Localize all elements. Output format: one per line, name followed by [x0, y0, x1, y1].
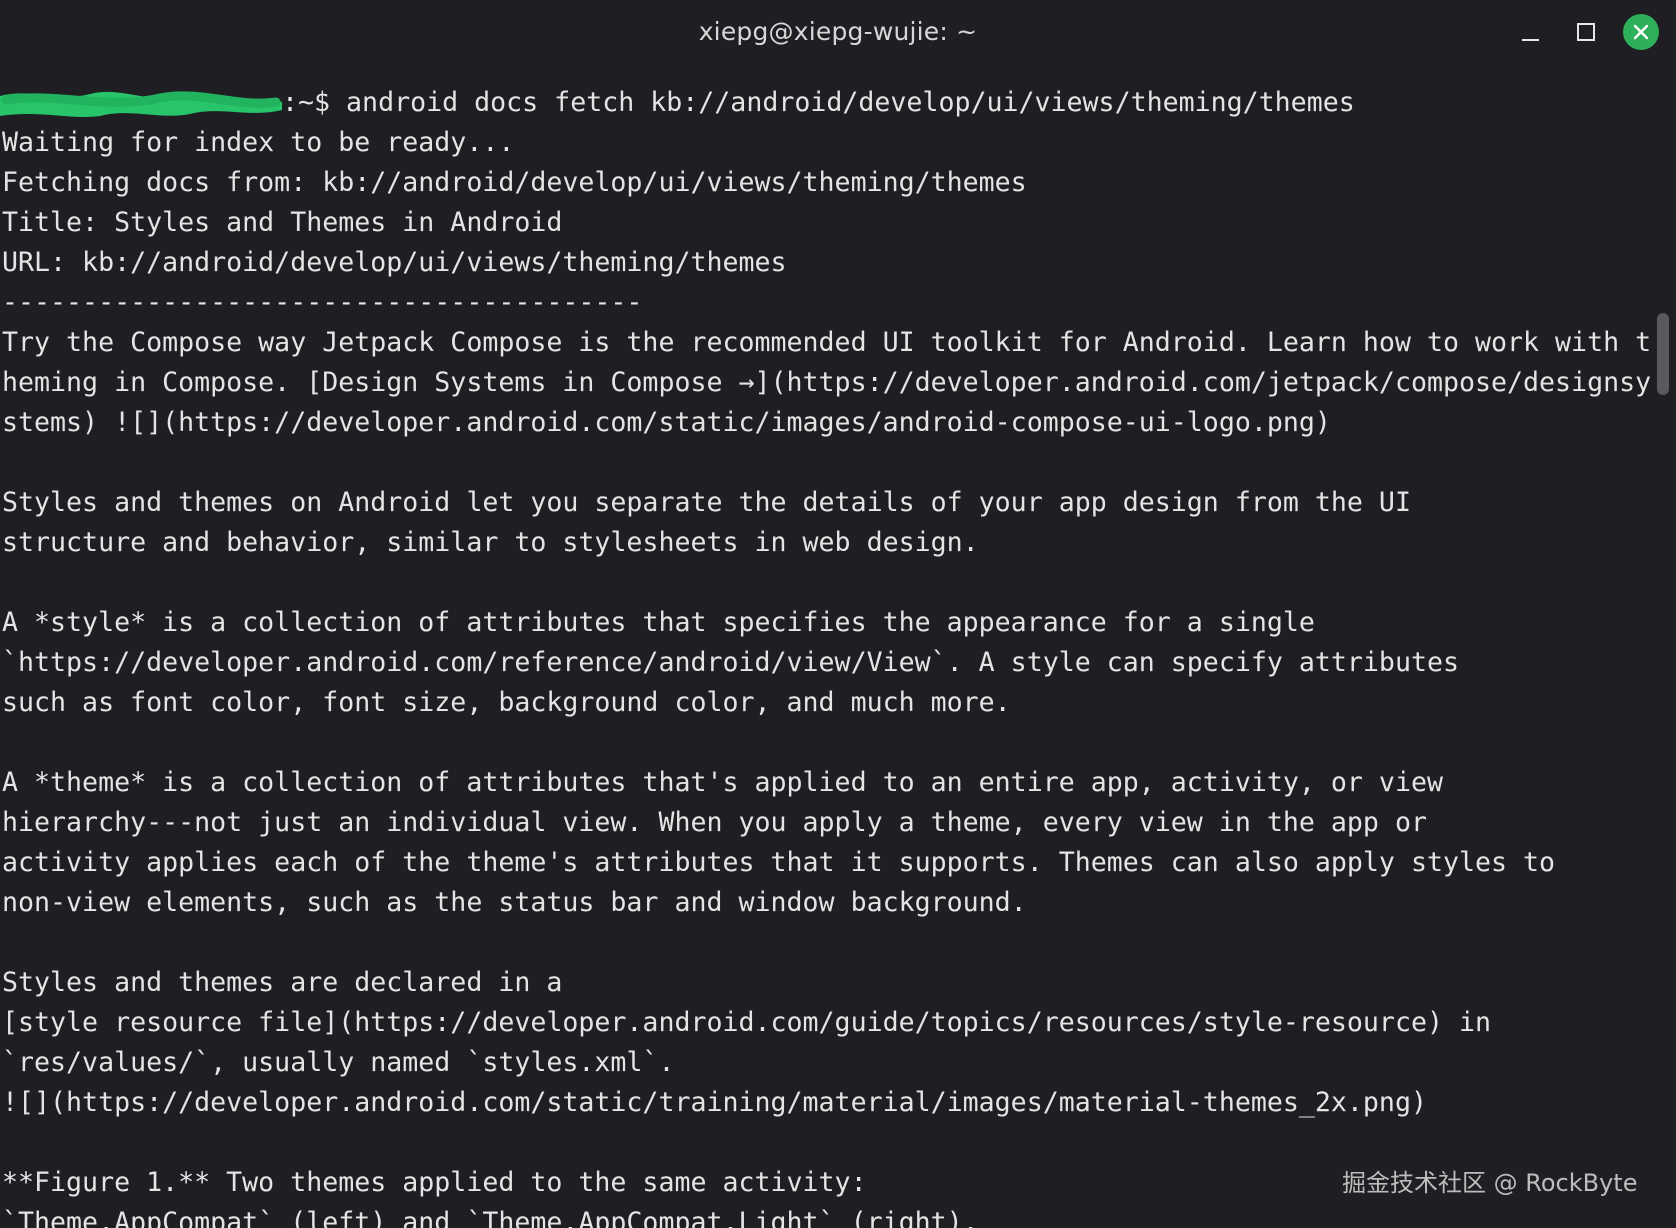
command-line: :~$ android docs fetch kb://android/deve… [282, 83, 1355, 123]
output-line: stems) ![](https://developer.android.com… [2, 407, 1331, 438]
output-line: [style resource file](https://developer.… [2, 1007, 1492, 1038]
output-line: heming in Compose. [Design Systems in Co… [2, 367, 1652, 398]
minimize-icon [1521, 39, 1539, 41]
prompt: :~$ [282, 87, 347, 118]
output-line: A *style* is a collection of attributes … [2, 607, 1315, 638]
output-line: Try the Compose way Jetpack Compose is t… [2, 327, 1652, 358]
maximize-icon [1577, 23, 1595, 41]
output-line: Title: Styles and Themes in Android [2, 207, 563, 238]
maximize-button[interactable] [1568, 14, 1604, 50]
output-line: A *theme* is a collection of attributes … [2, 767, 1443, 798]
output-line: Fetching docs from: kb://android/develop… [2, 167, 1027, 198]
output-line: hierarchy---not just an individual view.… [2, 807, 1427, 838]
watermark: 掘金技术社区 @ RockByte [1342, 1169, 1638, 1197]
output-line: Waiting for index to be ready... [2, 127, 515, 158]
scrollbar-thumb[interactable] [1657, 313, 1669, 395]
output-line: `res/values/`, usually named `styles.xml… [2, 1047, 675, 1078]
output-line: non-view elements, such as the status ba… [2, 887, 1027, 918]
output-line: Styles and themes are declared in a [2, 967, 563, 998]
terminal-window: xiepg@xiepg-wujie: ~ :~$ android docs fe… [0, 0, 1676, 1228]
command-text: android docs fetch kb://android/develop/… [346, 87, 1355, 118]
output-line: activity applies each of the theme's att… [2, 847, 1556, 878]
output-line: **Figure 1.** Two themes applied to the … [2, 1167, 867, 1198]
window-title: xiepg@xiepg-wujie: ~ [698, 17, 978, 46]
title-bar[interactable]: xiepg@xiepg-wujie: ~ [0, 0, 1676, 68]
minimize-button[interactable] [1512, 14, 1548, 50]
output-line: URL: kb://android/develop/ui/views/themi… [2, 247, 787, 278]
output-line: `https://developer.android.com/reference… [2, 647, 1459, 678]
output-line: structure and behavior, similar to style… [2, 527, 979, 558]
output-line: such as font color, font size, backgroun… [2, 687, 1011, 718]
close-button[interactable] [1623, 14, 1659, 50]
output-line: `Theme.AppCompat` (left) and `Theme.AppC… [2, 1207, 979, 1228]
close-icon [1633, 24, 1649, 40]
output-line: ![](https://developer.android.com/static… [2, 1087, 1427, 1118]
output-line: Styles and themes on Android let you sep… [2, 487, 1411, 518]
terminal-output[interactable]: :~$ android docs fetch kb://android/deve… [0, 83, 1656, 1228]
output-line: ---------------------------------------- [2, 287, 643, 318]
